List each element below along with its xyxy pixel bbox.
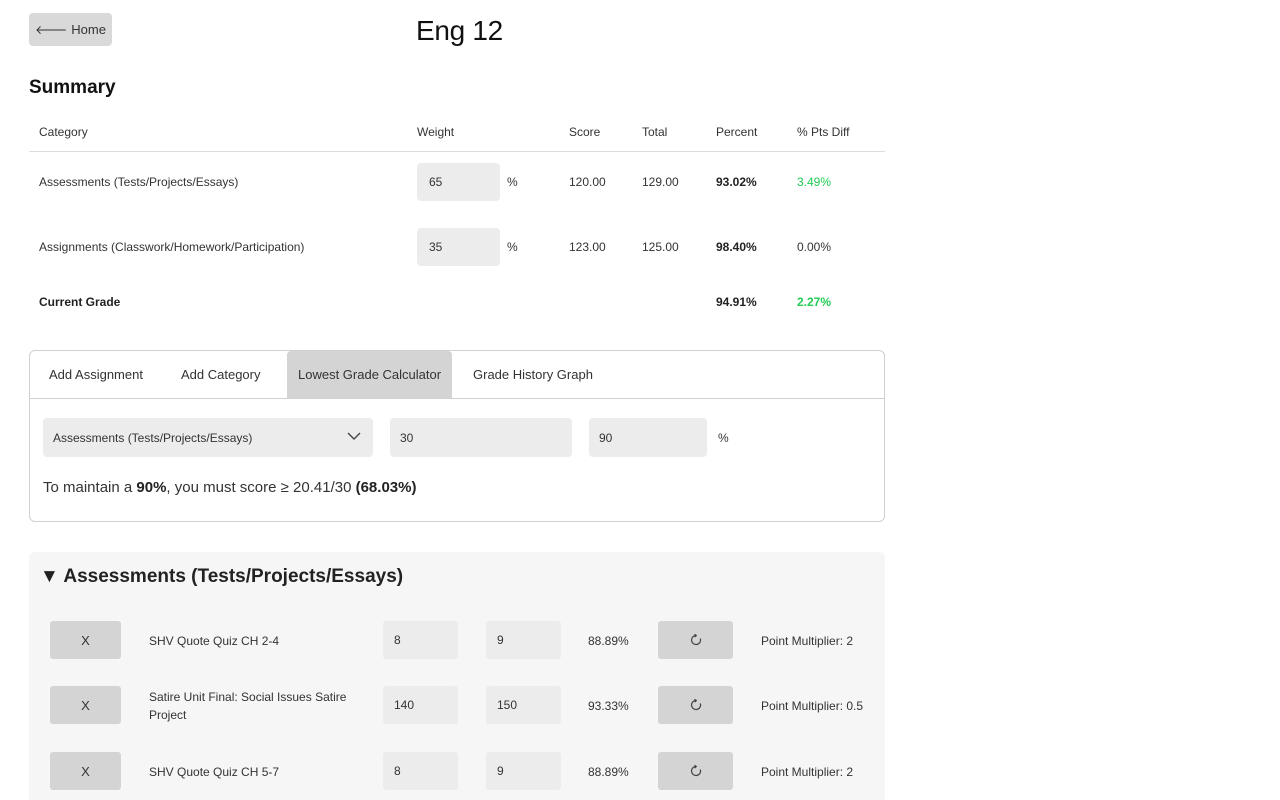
col-header-weight: Weight [417,124,455,139]
target-unit: % [718,430,729,445]
category-select[interactable]: Assessments (Tests/Projects/Essays) [43,418,373,457]
calculator-result: To maintain a 90%, you must score ≥ 20.4… [43,479,416,496]
row-category: Assessments (Tests/Projects/Essays) [39,175,239,189]
weight-input[interactable]: 35 [417,227,500,267]
summary-title: Summary [29,77,116,98]
assignment-row: X SHV Quote Quiz CH 2-4 8 9 88.89% Point… [29,621,885,661]
row-total: 125.00 [642,240,679,254]
assignment-percent: 88.89% [588,634,629,648]
assignment-name: Satire Unit Final: Social Issues Satire … [149,690,347,722]
page-title: Eng 12 [416,15,503,46]
col-header-score: Score [569,124,601,139]
current-grade-diff: 2.27% [797,295,832,309]
reset-icon [690,765,701,777]
current-grade-percent: 94.91% [716,295,757,309]
row-score: 120.00 [569,175,606,189]
target-percent-input[interactable]: 90 [589,418,707,457]
assignment-total-input[interactable]: 150 [486,686,561,724]
point-multiplier: Point Multiplier: 2 [761,765,854,779]
category-card: ▼ Assessments (Tests/Projects/Essays) X … [29,552,885,800]
chevron-down-icon [347,432,361,440]
assignment-percent: 93.33% [588,699,629,713]
home-button-label: Home [71,22,106,37]
row-diff: 3.49% [797,175,832,189]
assignment-row: X Satire Unit Final: Social Issues Satir… [29,686,885,726]
tab-grade-history-graph[interactable]: Grade History Graph [473,351,593,398]
summary-row: Assessments (Tests/Projects/Essays) 65 %… [29,162,885,202]
row-total: 129.00 [642,175,679,189]
assignment-name: SHV Quote Quiz CH 5-7 [149,765,280,779]
summary-row: Assignments (Classwork/Homework/Particip… [29,227,885,267]
current-grade-label: Current Grade [39,295,121,309]
point-multiplier: Point Multiplier: 0.5 [761,699,864,713]
row-percent: 93.02% [716,175,757,189]
result-percent: (68.03%) [355,479,417,496]
assignment-total-input[interactable]: 9 [486,621,561,659]
reset-button[interactable] [658,621,733,659]
assignment-total-input[interactable]: 9 [486,752,561,790]
row-percent: 98.40% [716,240,757,254]
reset-button[interactable] [658,686,733,724]
weight-unit: % [507,240,518,254]
col-header-percent: Percent [716,124,758,139]
assignment-score-input[interactable]: 8 [383,621,458,659]
weight-input[interactable]: 65 [417,162,500,202]
summary-table: Category Weight Score Total Percent % Pt… [29,112,885,309]
summary-header-row: Category Weight Score Total Percent % Pt… [29,112,885,152]
delete-assignment-button[interactable]: X [50,752,121,790]
col-header-category: Category [39,124,88,139]
weight-unit: % [507,175,518,189]
assignment-name: SHV Quote Quiz CH 2-4 [149,634,280,648]
tools-panel: Add Assignment Add Category Lowest Grade… [29,350,885,522]
home-button[interactable]: 🡐 Home [29,13,112,46]
point-multiplier: Point Multiplier: 2 [761,634,854,648]
category-card-title[interactable]: ▼ Assessments (Tests/Projects/Essays) [40,566,403,588]
assignment-score-input[interactable]: 8 [383,752,458,790]
row-category: Assignments (Classwork/Homework/Particip… [39,240,305,254]
assignment-score-input[interactable]: 140 [383,686,458,724]
delete-assignment-button[interactable]: X [50,686,121,724]
result-target: 90% [136,479,167,496]
current-grade-row: Current Grade 94.91% 2.27% [29,290,885,314]
reset-button[interactable] [658,752,733,790]
col-header-total: Total [642,124,668,139]
arrow-left-icon: 🡐 [35,23,68,37]
row-diff: 0.00% [797,240,832,254]
result-prefix: To maintain a [43,479,137,496]
tab-add-category[interactable]: Add Category [181,351,261,398]
category-select-value: Assessments (Tests/Projects/Essays) [53,430,253,445]
reset-icon [690,634,701,646]
col-header-diff: % Pts Diff [797,124,850,139]
row-score: 123.00 [569,240,606,254]
assignment-row: X SHV Quote Quiz CH 5-7 8 9 88.89% Point… [29,752,885,792]
tab-add-assignment[interactable]: Add Assignment [49,351,143,398]
result-mid: , you must score ≥ 20.41/30 [166,479,356,496]
reset-icon [690,699,701,711]
delete-assignment-button[interactable]: X [50,621,121,659]
assignment-percent: 88.89% [588,765,629,779]
tab-bar: Add Assignment Add Category Lowest Grade… [30,351,884,399]
tab-lowest-grade-calculator[interactable]: Lowest Grade Calculator [287,351,453,398]
points-input[interactable]: 30 [390,418,572,457]
